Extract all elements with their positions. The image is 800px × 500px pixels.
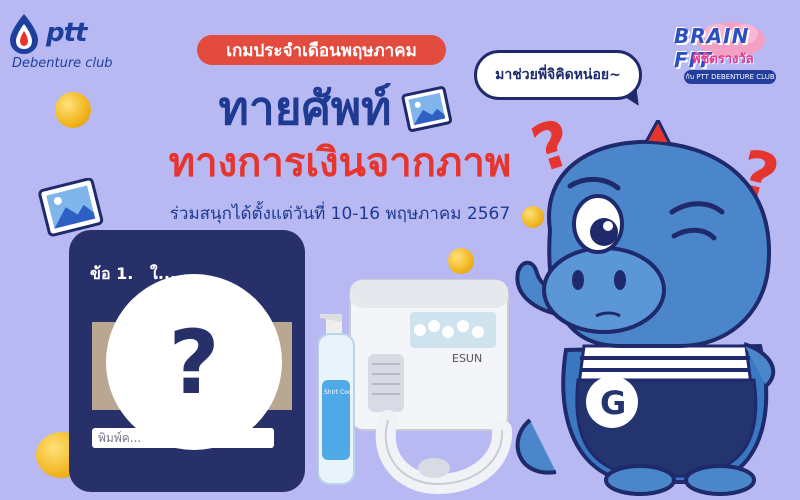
month-label: เกมประจำเดือนพฤษภาคม: [197, 35, 446, 65]
mystery-question-mark: ?: [106, 274, 282, 450]
logo-text: ptt: [46, 18, 87, 48]
spray-bottle-image: Shirt Cool: [318, 314, 355, 485]
brain-fit-badge: BRAIN FIT พิชิตรางวัล กับ PTT DEBENTURE …: [668, 18, 792, 88]
event-dates: ร่วมสนุกได้ตั้งแต่วันที่ 10-16 พฤษภาคม 2…: [169, 204, 511, 224]
ice-maker-brand: ESUN: [452, 352, 482, 365]
speech-bubble: มาช่วยพี่จิคิดหน่อย~: [474, 50, 642, 100]
ptt-logo: ptt Debenture club: [8, 12, 118, 72]
mascot-shirt-letter: G: [600, 384, 626, 422]
logo-subtitle: Debenture club: [12, 56, 113, 71]
page-title: ทายศัพท์: [218, 81, 392, 135]
promo-banner: ptt Debenture club เกมประจำเดือนพฤษภาคม …: [0, 0, 800, 500]
coin-icon: [55, 92, 91, 128]
page-subtitle: ทางการเงินจากภาพ: [168, 140, 512, 186]
ptt-drop-icon: [10, 14, 38, 54]
badge-caption: กับ PTT DEBENTURE CLUB: [684, 70, 776, 84]
badge-subtitle: พิชิตรางวัล: [692, 52, 754, 67]
question-number: ข้อ 1.: [90, 264, 134, 283]
ice-maker-image: ESUN: [349, 279, 509, 431]
image-icon: [38, 178, 104, 237]
prize-products: ESUN Shirt Cool: [318, 279, 513, 495]
mascot-icon: G: [515, 120, 776, 496]
spray-label: Shirt Cool: [324, 389, 354, 396]
